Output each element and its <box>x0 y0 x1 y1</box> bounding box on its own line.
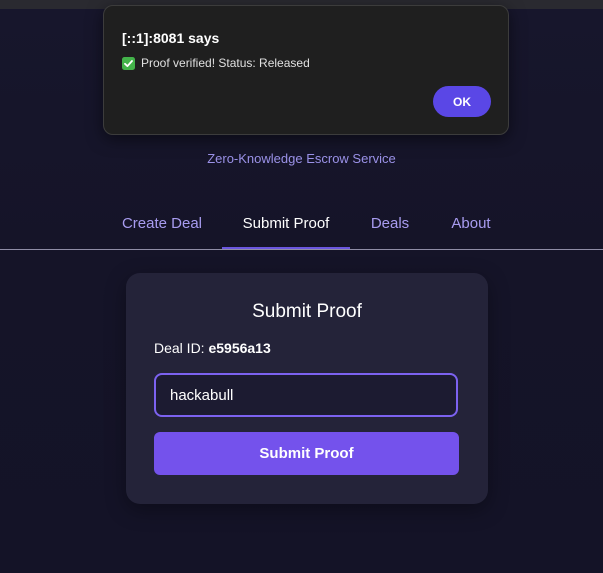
tab-label: Deals <box>370 215 410 232</box>
nav-divider <box>0 249 603 250</box>
app-tagline: Zero-Knowledge Escrow Service <box>207 151 396 166</box>
dialog-message: Proof verified! Status: Released <box>122 56 310 70</box>
tab-submit-proof[interactable]: Submit Proof <box>222 206 350 250</box>
tab-label: Create Deal <box>121 215 203 232</box>
tab-create-deal[interactable]: Create Deal <box>116 206 208 248</box>
card-title: Submit Proof <box>252 301 362 322</box>
submit-proof-button[interactable]: Submit Proof <box>154 432 459 475</box>
tab-label: About <box>451 215 491 232</box>
alert-dialog: [::1]:8081 says Proof verified! Status: … <box>103 5 509 135</box>
deal-id-line: Deal ID: e5956a13 <box>154 340 271 356</box>
tab-deals[interactable]: Deals <box>364 206 416 248</box>
check-mark-button-icon <box>122 56 135 70</box>
main-nav: Create Deal Submit Proof Deals About <box>0 206 603 250</box>
dialog-message-text: Proof verified! Status: Released <box>141 56 310 70</box>
dialog-title: [::1]:8081 says <box>122 30 220 46</box>
submit-proof-card: Submit Proof Deal ID: e5956a13 Submit Pr… <box>126 273 488 504</box>
tab-about[interactable]: About <box>444 206 498 248</box>
deal-id-value: e5956a13 <box>208 340 271 356</box>
ok-button[interactable]: OK <box>433 86 491 117</box>
proof-input[interactable] <box>154 373 458 417</box>
deal-id-label: Deal ID: <box>154 340 205 356</box>
tab-label: Submit Proof <box>242 215 330 232</box>
